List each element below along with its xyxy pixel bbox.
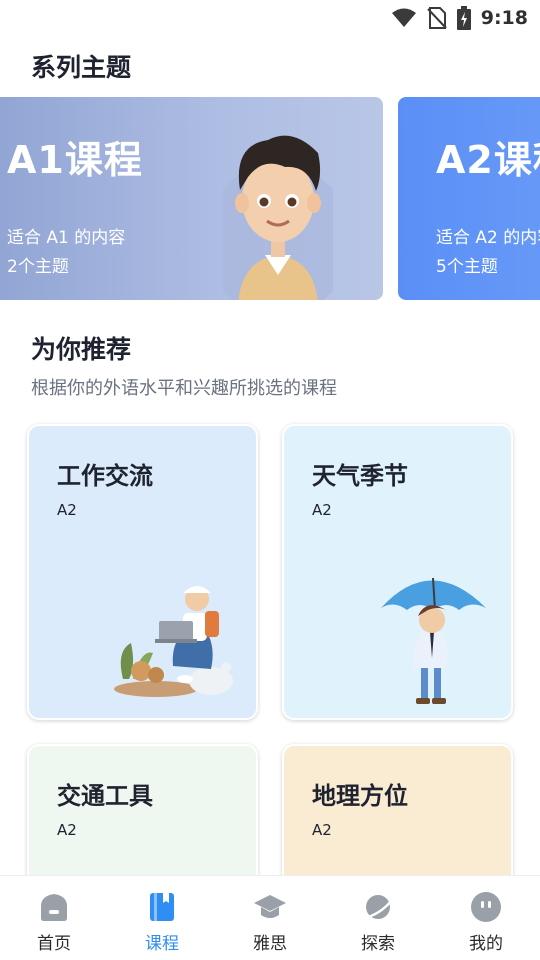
nav-label: 探索 [361,934,395,954]
series-card-desc: 适合 A2 的内容 [436,228,540,248]
bottom-nav: 首页 课程 雅思 探索 我的 [0,875,540,960]
nav-label: 首页 [37,934,71,954]
course-card-geography[interactable]: 地理方位 A2 [282,744,513,894]
course-card-work[interactable]: 工作交流 A2 [27,424,258,720]
series-card-a2[interactable]: A2课程 适合 A2 的内容 5个主题 [398,97,540,300]
course-card-level: A2 [57,501,77,519]
nav-item-courses[interactable]: 课程 [108,876,216,960]
course-card-level: A2 [312,501,332,519]
nav-item-explore[interactable]: 探索 [324,876,432,960]
status-time: 9:18 [480,7,528,29]
umbrella-man-illustration [381,577,486,704]
course-card-level: A2 [312,821,332,839]
recommend-section-subtitle: 根据你的外语水平和兴趣所挑选的课程 [31,378,337,399]
series-card-title: A1课程 [7,138,143,182]
series-carousel[interactable]: A1课程 适合 A1 的内容 2个主题 A2课程 适合 A2 的内容 5个主题 [0,97,540,300]
nav-item-ielts[interactable]: 雅思 [216,876,324,960]
battery-charging-icon [456,6,471,30]
series-card-count: 2个主题 [7,257,69,277]
book-icon [150,893,174,921]
nav-item-profile[interactable]: 我的 [432,876,540,960]
series-card-a1[interactable]: A1课程 适合 A1 的内容 2个主题 [0,97,383,300]
series-card-count: 5个主题 [436,257,498,277]
course-card-transport[interactable]: 交通工具 A2 [27,744,258,894]
series-card-title: A2课程 [436,138,540,182]
no-sim-icon [427,7,447,29]
nav-label: 课程 [145,934,179,954]
wifi-icon [391,8,416,27]
status-bar: 9:18 [0,0,540,36]
laptop-worker-illustration [114,586,233,697]
series-card-desc: 适合 A1 的内容 [7,228,126,248]
nav-label: 雅思 [253,934,287,954]
course-card-weather[interactable]: 天气季节 A2 [282,424,513,720]
course-card-title: 交通工具 [57,782,153,810]
course-card-title: 天气季节 [312,462,408,490]
course-card-level: A2 [57,821,77,839]
planet-icon [362,894,395,919]
recommend-section-title: 为你推荐 [31,335,132,364]
home-icon [41,894,67,921]
nav-label: 我的 [469,934,503,954]
course-card-title: 工作交流 [57,462,153,490]
series-section-title: 系列主题 [31,53,132,82]
nav-item-home[interactable]: 首页 [0,876,108,960]
graduation-cap-icon [254,895,286,918]
profile-face-icon [471,892,501,922]
boy-illustration [223,135,333,300]
course-card-title: 地理方位 [312,782,408,810]
status-icons: 9:18 [391,6,528,30]
